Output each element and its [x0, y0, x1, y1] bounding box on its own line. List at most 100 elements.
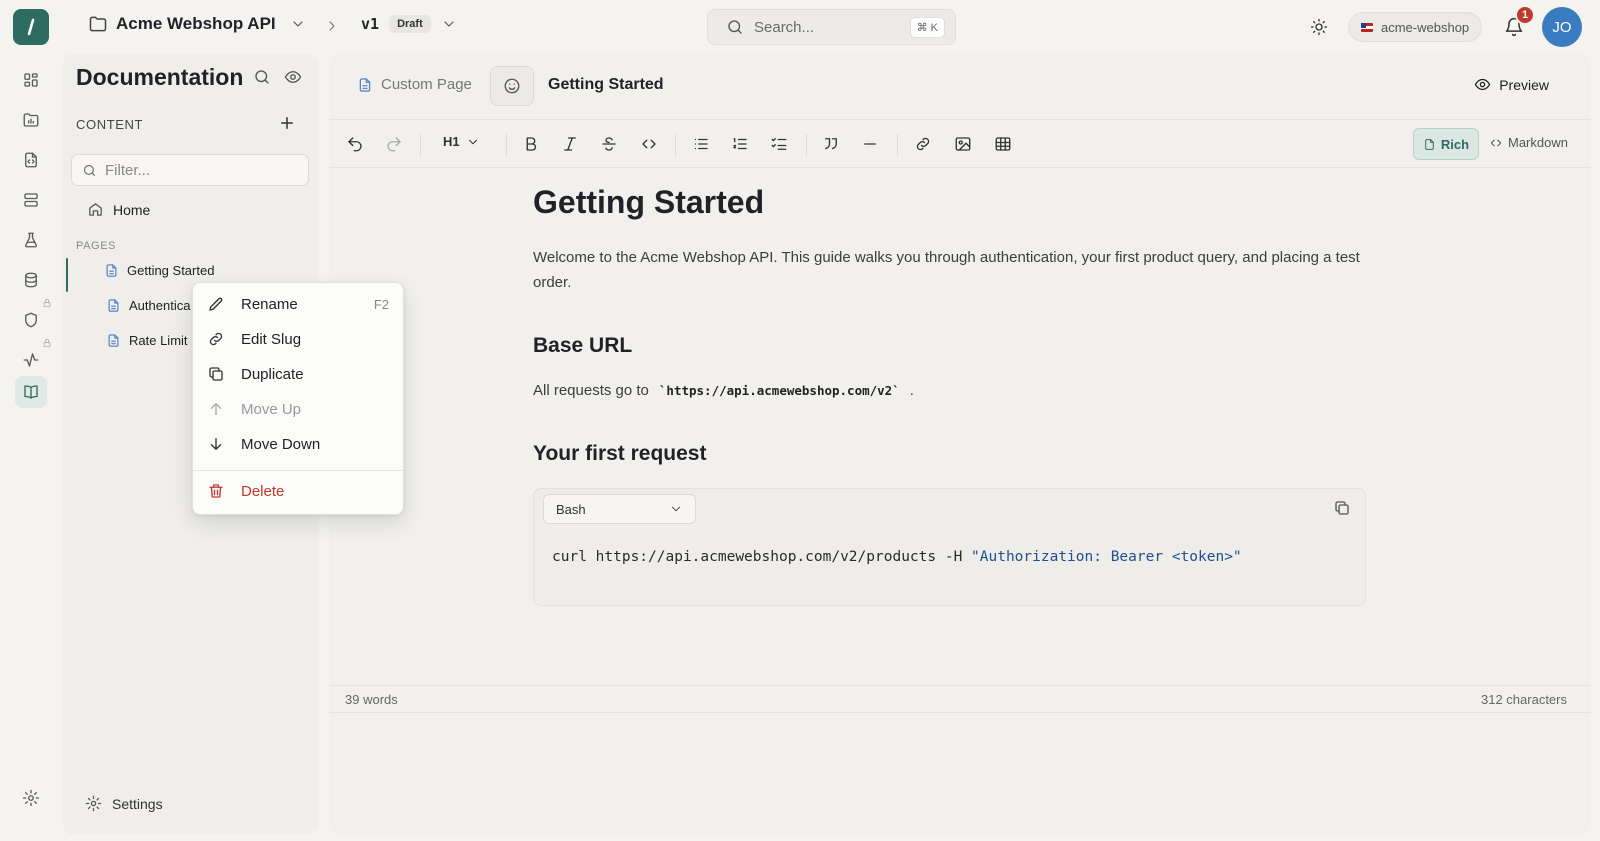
numbered-list-icon: [733, 138, 747, 150]
preview-button[interactable]: Preview: [1474, 76, 1549, 93]
eye-icon: [1474, 78, 1491, 91]
menu-item-rename[interactable]: Rename F2: [193, 287, 403, 321]
page-title-field[interactable]: Getting Started: [548, 76, 664, 94]
page-type-tab[interactable]: Custom Page: [357, 76, 472, 93]
search-icon: [728, 20, 742, 34]
rail-documentation[interactable]: [15, 376, 47, 408]
theme-toggle[interactable]: [1310, 18, 1328, 36]
task-list-button[interactable]: [767, 132, 791, 156]
menu-item-label: Delete: [241, 482, 285, 500]
arrow-up-icon: [210, 403, 222, 415]
rail-servers[interactable]: [15, 184, 47, 216]
workspace-switcher[interactable]: acme-webshop: [1348, 12, 1483, 42]
pages-section-label: PAGES: [76, 240, 117, 252]
image-button[interactable]: [951, 132, 975, 156]
sidebar-visibility-button[interactable]: [284, 68, 302, 86]
rail-settings[interactable]: [15, 782, 47, 814]
heading-dropdown[interactable]: H1: [443, 134, 480, 149]
markdown-mode-button[interactable]: Markdown: [1489, 135, 1568, 150]
undo-button[interactable]: [343, 132, 367, 156]
code-block[interactable]: Bash curl https://api.acmewebshop.com/v2…: [533, 488, 1366, 606]
sidebar-item-home[interactable]: Home: [87, 201, 150, 218]
filter-input[interactable]: Filter...: [71, 154, 309, 186]
italic-button[interactable]: [558, 132, 582, 156]
code-icon: [642, 139, 656, 149]
editor-panel: Custom Page Getting Started Preview H1 R…: [329, 54, 1591, 834]
breadcrumb-separator: [324, 18, 340, 34]
inline-code-button[interactable]: [637, 132, 661, 156]
menu-item-label: Duplicate: [241, 365, 304, 383]
app-logo[interactable]: [13, 9, 49, 45]
chevron-down-icon: [444, 21, 454, 27]
lock-icon: [42, 298, 52, 308]
rail-dashboard[interactable]: [15, 64, 47, 96]
activity-icon: [23, 353, 39, 367]
logo-slash-icon: [27, 18, 35, 36]
markdown-mode-label: Markdown: [1508, 135, 1568, 150]
chevron-down-icon: [468, 139, 477, 144]
bullet-list-icon: [694, 138, 708, 150]
menu-item-duplicate[interactable]: Duplicate: [193, 357, 403, 391]
sidebar-page-getting-started[interactable]: Getting Started: [104, 263, 214, 278]
page-icon: [106, 264, 117, 277]
redo-button[interactable]: [382, 132, 406, 156]
toolbar-divider: [675, 134, 676, 156]
strikethrough-icon: [602, 137, 616, 151]
rail-reports[interactable]: [15, 104, 47, 136]
page-type-label: Custom Page: [381, 76, 472, 93]
copy-code-button[interactable]: [1333, 499, 1351, 517]
add-content-button[interactable]: [278, 114, 296, 132]
workspace-name: acme-webshop: [1381, 19, 1470, 35]
version-switcher[interactable]: v1 Draft: [361, 15, 457, 33]
sidebar-search-button[interactable]: [253, 68, 271, 86]
bullet-list-button[interactable]: [689, 132, 713, 156]
project-switcher[interactable]: Acme Webshop API: [88, 14, 306, 34]
divider-button[interactable]: [858, 132, 882, 156]
sidebar-settings[interactable]: Settings: [85, 795, 163, 812]
bold-button[interactable]: [519, 132, 543, 156]
menu-item-delete[interactable]: Delete: [193, 474, 403, 508]
trash-icon: [209, 484, 223, 498]
sidebar-page-rate-limits[interactable]: Rate Limit: [106, 333, 188, 348]
toolbar-divider: [806, 134, 807, 156]
menu-item-edit-slug[interactable]: Edit Slug: [193, 322, 403, 356]
table-button[interactable]: [991, 132, 1015, 156]
folder-chart-icon: [23, 113, 39, 127]
menu-item-move-down[interactable]: Move Down: [193, 427, 403, 461]
page-label: Getting Started: [127, 263, 215, 278]
content-section-label: CONTENT: [76, 117, 144, 132]
file-code-icon: [25, 152, 37, 168]
blockquote-button[interactable]: [819, 132, 843, 156]
user-avatar[interactable]: JO: [1542, 7, 1582, 47]
page-context-menu: Rename F2 Edit Slug Duplicate Move Up Mo…: [192, 282, 404, 515]
image-icon: [955, 137, 971, 151]
rail-database[interactable]: [15, 264, 47, 296]
numbered-list-button[interactable]: [728, 132, 752, 156]
server-icon: [24, 193, 38, 207]
editor-header: Custom Page Getting Started Preview: [329, 54, 1591, 120]
rail-api-files[interactable]: [15, 144, 47, 176]
eye-icon: [284, 71, 302, 83]
redo-icon: [387, 137, 401, 152]
menu-divider: [193, 470, 403, 471]
sidebar-page-authentication[interactable]: Authentica: [106, 298, 190, 313]
plus-icon: [281, 117, 293, 129]
code-language-select[interactable]: Bash: [543, 494, 696, 524]
rail-monitoring[interactable]: [15, 338, 51, 376]
rich-mode-button[interactable]: Rich: [1413, 128, 1479, 160]
toolbar-divider: [420, 134, 421, 156]
rail-security[interactable]: [15, 298, 51, 336]
link-button[interactable]: [911, 132, 935, 156]
menu-item-move-up[interactable]: Move Up: [193, 392, 403, 426]
undo-icon: [348, 137, 362, 152]
app-rail: [0, 54, 62, 841]
notification-badge: 1: [1515, 5, 1535, 25]
link-icon: [916, 137, 930, 151]
base-url-code: `https://api.acmewebshop.com/v2`: [658, 383, 900, 398]
rail-testing[interactable]: [15, 224, 47, 256]
strikethrough-button[interactable]: [597, 132, 621, 156]
global-search[interactable]: Search... ⌘ K: [707, 9, 956, 45]
page-icon-picker[interactable]: [490, 66, 534, 106]
settings-icon: [85, 795, 102, 812]
book-icon: [24, 385, 38, 399]
